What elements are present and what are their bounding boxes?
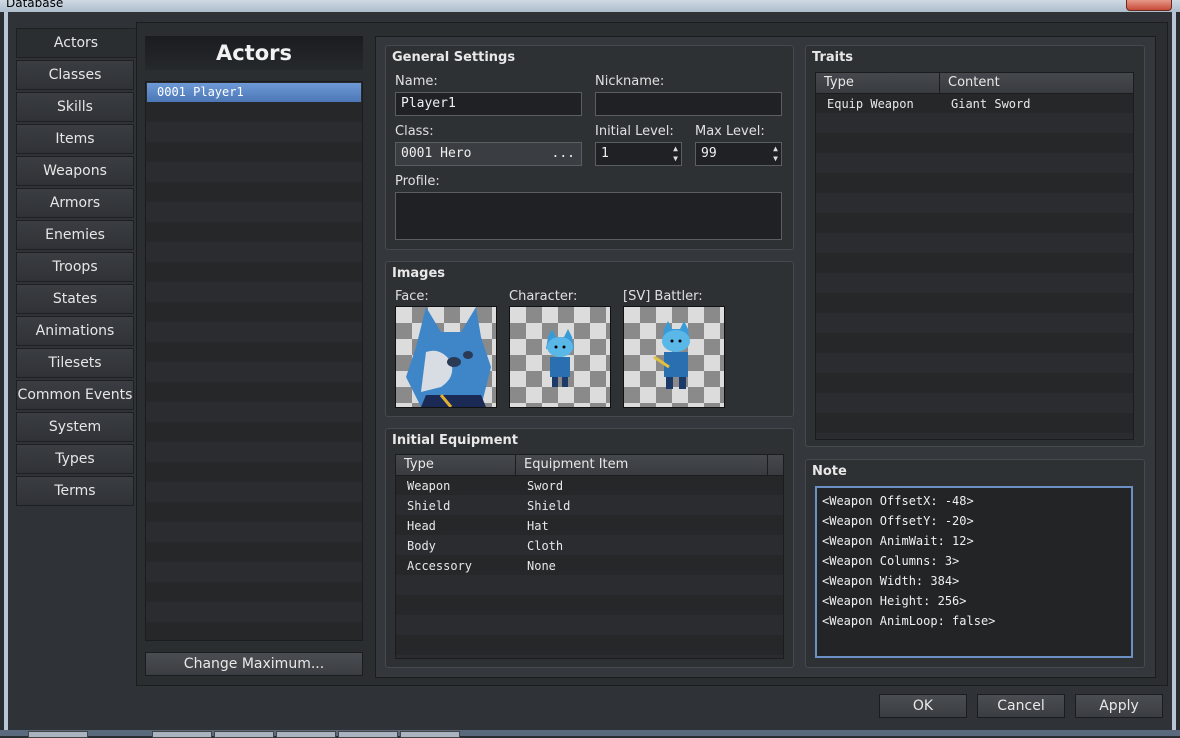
equip-item: Cloth	[527, 539, 564, 553]
equip-type: Head	[407, 519, 436, 533]
equipment-table[interactable]: Type Equipment Item Weapon Sword Shield …	[395, 454, 784, 659]
category-tabs: Actors Classes Skills Items Weapons Armo…	[16, 28, 136, 508]
change-maximum-button[interactable]: Change Maximum...	[145, 652, 363, 676]
character-label: Character:	[509, 289, 578, 304]
profile-textarea[interactable]	[395, 192, 782, 240]
tab-states[interactable]: States	[16, 284, 134, 314]
equip-item: Sword	[527, 479, 564, 493]
traits-table-header: Type Content	[816, 73, 1134, 94]
note-textarea[interactable]: <Weapon OffsetX: -48> <Weapon OffsetY: -…	[815, 486, 1133, 658]
column-content[interactable]: Content	[940, 73, 1134, 93]
table-row[interactable]: Accessory None	[396, 556, 783, 576]
nickname-field[interactable]	[595, 92, 782, 116]
equip-item: Hat	[527, 519, 549, 533]
column-type[interactable]: Type	[396, 455, 516, 475]
tab-types[interactable]: Types	[16, 444, 134, 474]
fox-sprite-icon	[546, 329, 574, 387]
equipment-table-header: Type Equipment Item	[396, 455, 783, 476]
taskbar-button[interactable]	[400, 731, 460, 738]
spin-arrows-icon[interactable]: ▲ ▼	[673, 144, 678, 164]
trait-content: Giant Sword	[951, 97, 1031, 111]
class-value: 0001 Hero	[401, 146, 472, 161]
tab-actors[interactable]: Actors	[16, 28, 136, 58]
column-type[interactable]: Type	[816, 73, 940, 93]
initial-equipment-title: Initial Equipment	[392, 433, 519, 448]
tab-common-events[interactable]: Common Events	[16, 380, 134, 410]
tab-troops[interactable]: Troops	[16, 252, 134, 282]
tab-items[interactable]: Items	[16, 124, 134, 154]
tab-weapons[interactable]: Weapons	[16, 156, 134, 186]
max-level-stepper[interactable]: 99 ▲ ▼	[695, 142, 782, 166]
ok-button[interactable]: OK	[879, 694, 967, 718]
tab-terms[interactable]: Terms	[16, 476, 134, 506]
note-line: <Weapon Height: 256>	[822, 594, 967, 608]
tab-armors[interactable]: Armors	[16, 188, 134, 218]
equip-item: None	[527, 559, 556, 573]
table-row[interactable]: Equip Weapon Giant Sword	[816, 94, 1133, 114]
face-label: Face:	[395, 289, 429, 304]
battler-label: [SV] Battler:	[623, 289, 703, 304]
name-field[interactable]: Player1	[395, 92, 582, 116]
tab-classes[interactable]: Classes	[16, 60, 134, 90]
class-selector[interactable]: 0001 Hero ...	[395, 142, 582, 166]
equip-type: Weapon	[407, 479, 451, 493]
title-bar: Database	[0, 0, 1180, 12]
tab-tilesets[interactable]: Tilesets	[16, 348, 134, 378]
note-line: <Weapon AnimWait: 12>	[822, 534, 974, 548]
column-equipment-item[interactable]: Equipment Item	[516, 455, 768, 475]
max-level-value: 99	[701, 146, 717, 161]
note-line: <Weapon AnimLoop: false>	[822, 614, 996, 628]
apply-button[interactable]: Apply	[1075, 694, 1163, 718]
initial-level-value: 1	[601, 146, 609, 161]
equip-type: Shield	[407, 499, 451, 513]
actor-list-item[interactable]: 0001 Player1	[147, 83, 361, 102]
profile-label: Profile:	[395, 174, 440, 189]
actor-list[interactable]: 0001 Player1	[145, 81, 363, 641]
taskbar-button[interactable]	[276, 731, 336, 738]
equip-item: Shield	[527, 499, 571, 513]
fox-face-icon	[406, 307, 491, 407]
class-label: Class:	[395, 124, 434, 139]
traits-table[interactable]: Type Content Equip Weapon Giant Sword	[815, 72, 1134, 440]
tab-system[interactable]: System	[16, 412, 134, 442]
name-label: Name:	[395, 74, 438, 89]
note-line: <Weapon Columns: 3>	[822, 554, 960, 568]
fox-battler-icon	[653, 321, 690, 389]
general-settings-title: General Settings	[392, 50, 516, 65]
actors-list-header: Actors	[145, 36, 363, 70]
cancel-button[interactable]: Cancel	[977, 694, 1065, 718]
table-row[interactable]: Body Cloth	[396, 536, 783, 556]
taskbar-button[interactable]	[28, 731, 88, 738]
character-sprite-image[interactable]	[509, 306, 611, 408]
tab-enemies[interactable]: Enemies	[16, 220, 134, 250]
taskbar-button[interactable]	[338, 731, 398, 738]
images-title: Images	[392, 266, 446, 281]
window-title: Database	[6, 0, 64, 10]
traits-title: Traits	[812, 50, 854, 65]
tab-skills[interactable]: Skills	[16, 92, 134, 122]
tab-animations[interactable]: Animations	[16, 316, 134, 346]
class-browse-button[interactable]: ...	[552, 143, 575, 165]
face-image[interactable]	[395, 306, 497, 408]
table-row[interactable]: Shield Shield	[396, 496, 783, 516]
note-line: <Weapon OffsetY: -20>	[822, 514, 974, 528]
close-window-button[interactable]	[1126, 0, 1172, 11]
trait-type: Equip Weapon	[827, 97, 914, 111]
initial-level-label: Initial Level:	[595, 124, 674, 139]
note-title: Note	[812, 464, 847, 479]
equip-type: Body	[407, 539, 436, 553]
note-line: <Weapon Width: 384>	[822, 574, 960, 588]
initial-level-stepper[interactable]: 1 ▲ ▼	[595, 142, 682, 166]
table-row[interactable]: Weapon Sword	[396, 476, 783, 496]
taskbar-button[interactable]	[214, 731, 274, 738]
taskbar-button[interactable]	[152, 731, 212, 738]
max-level-label: Max Level:	[695, 124, 765, 139]
table-row[interactable]: Head Hat	[396, 516, 783, 536]
sv-battler-image[interactable]	[623, 306, 725, 408]
note-line: <Weapon OffsetX: -48>	[822, 494, 974, 508]
spin-arrows-icon[interactable]: ▲ ▼	[773, 144, 778, 164]
equip-type: Accessory	[407, 559, 473, 573]
nickname-label: Nickname:	[595, 74, 665, 89]
